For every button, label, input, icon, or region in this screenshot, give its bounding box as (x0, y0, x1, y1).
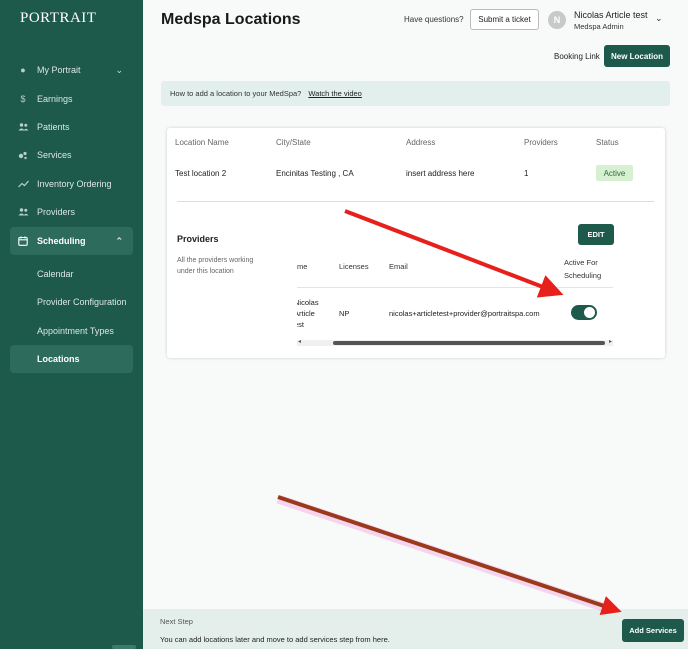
providers-table: me Licenses Email Active For Scheduling … (297, 248, 613, 350)
scroll-right-icon[interactable]: ▸ (609, 338, 612, 345)
sidebar-subitem-calendar[interactable]: Calendar (10, 261, 133, 287)
sidebar-subitem-provider-configuration[interactable]: Provider Configuration (10, 289, 133, 315)
sidebar: PORTRAIT ● My Portrait ⌄ $ Earnings Pati… (0, 0, 143, 649)
sidebar-item-my-portrait[interactable]: ● My Portrait ⌄ (10, 57, 133, 83)
user-role: Medspa Admin (574, 22, 624, 31)
sidebar-item-label: Earnings (37, 94, 73, 104)
arrow-highlight (276, 494, 614, 615)
services-icon (16, 151, 30, 160)
dollar-icon: $ (20, 94, 26, 104)
sidebar-scroll-handle[interactable] (112, 645, 136, 649)
provider-email-cell: nicolas+articletest+provider@portraitspa… (389, 309, 540, 318)
sidebar-item-label: Scheduling (37, 236, 86, 246)
providers-icon (16, 208, 30, 216)
provider-license-cell: NP (339, 309, 350, 318)
trend-icon (16, 180, 30, 188)
horizontal-scrollbar[interactable]: ◂ ▸ (297, 338, 613, 346)
portrait-logo[interactable]: PORTRAIT (20, 10, 96, 27)
column-header-providers[interactable]: Providers (524, 138, 558, 147)
banner-text: How to add a location to your MedSpa? (170, 89, 302, 98)
column-header-name: me (297, 262, 308, 271)
patients-icon (16, 123, 30, 131)
sidebar-item-earnings[interactable]: $ Earnings (10, 86, 133, 112)
active-for-scheduling-toggle[interactable] (571, 305, 597, 320)
user-name[interactable]: Nicolas Article test (574, 10, 648, 20)
submit-ticket-button[interactable]: Submit a ticket (470, 9, 539, 30)
booking-link[interactable]: Booking Link (554, 52, 600, 61)
watch-video-link[interactable]: Watch the video (308, 89, 362, 98)
sidebar-item-inventory-ordering[interactable]: Inventory Ordering (10, 171, 133, 197)
column-header-licenses: Licenses (339, 262, 369, 271)
sidebar-item-patients[interactable]: Patients (10, 114, 133, 140)
providers-section-description: All the providers working under this loc… (177, 257, 254, 275)
column-header-city-state[interactable]: City/State (276, 138, 311, 147)
new-location-button[interactable]: New Location (604, 45, 670, 67)
location-name-cell[interactable]: Test location 2 (175, 169, 226, 178)
column-header-address[interactable]: Address (406, 138, 435, 147)
sidebar-item-services[interactable]: Services (10, 142, 133, 168)
column-header-email: Email (389, 262, 408, 271)
calendar-icon (16, 236, 30, 246)
city-state-cell: Encinitas Testing , CA (276, 169, 354, 178)
avatar[interactable]: N (548, 11, 566, 29)
sidebar-item-label: Patients (37, 122, 70, 132)
sidebar-item-label: Services (37, 150, 72, 160)
chevron-up-icon: ⌃ (115, 235, 123, 246)
sidebar-item-label: My Portrait (37, 65, 81, 75)
edit-providers-button[interactable]: EDIT (578, 224, 614, 245)
footer-next-step-bar: Next Step You can add locations later an… (143, 609, 688, 649)
providers-count-cell: 1 (524, 169, 529, 178)
sidebar-item-label: Providers (37, 207, 76, 217)
chevron-down-icon: ⌄ (115, 64, 123, 75)
info-banner: How to add a location to your MedSpa? Wa… (161, 81, 670, 106)
column-header-active-for-scheduling: Active For Scheduling (564, 258, 602, 280)
add-services-button[interactable]: Add Services (622, 619, 684, 642)
next-step-label: Next Step (160, 617, 193, 626)
providers-section-title: Providers (177, 234, 219, 244)
my-portrait-icon: ● (20, 65, 26, 75)
scroll-left-icon[interactable]: ◂ (298, 338, 301, 345)
column-header-status[interactable]: Status (596, 138, 619, 147)
sidebar-subitem-appointment-types[interactable]: Appointment Types (10, 318, 133, 344)
sidebar-subitem-locations[interactable]: Locations (10, 345, 133, 373)
toggle-knob (584, 307, 595, 318)
divider (297, 287, 613, 288)
page-title: Medspa Locations (161, 11, 301, 28)
provider-name-cell: Nicolas Article est (297, 298, 319, 329)
sidebar-item-label: Inventory Ordering (37, 179, 112, 189)
location-card: Location Name City/State Address Provide… (167, 128, 665, 358)
chevron-down-icon[interactable]: ⌄ (655, 13, 663, 24)
status-badge: Active (596, 165, 633, 181)
divider (177, 201, 654, 202)
brown-arrow-icon (277, 495, 622, 616)
sidebar-item-providers[interactable]: Providers (10, 199, 133, 225)
scrollbar-thumb[interactable] (333, 341, 605, 345)
sidebar-item-scheduling[interactable]: Scheduling ⌃ (10, 227, 133, 255)
column-header-location-name[interactable]: Location Name (175, 138, 229, 147)
have-questions-text: Have questions? (404, 15, 464, 24)
next-step-description: You can add locations later and move to … (160, 635, 390, 644)
address-cell: insert address here (406, 169, 475, 178)
